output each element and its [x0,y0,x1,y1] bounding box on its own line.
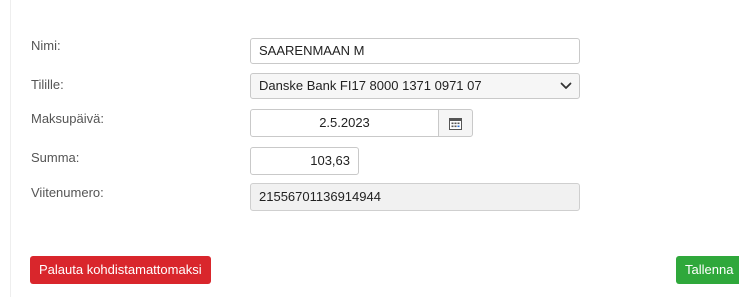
reference-label: Viitenumero: [31,185,104,200]
amount-label: Summa: [31,150,80,165]
name-input[interactable]: SAARENMAAN M [250,38,580,64]
payment-date-input[interactable]: 2.5.2023 [250,109,439,137]
chevron-down-icon [560,82,572,89]
save-button[interactable]: Tallenna [676,256,739,284]
name-label: Nimi: [31,38,61,53]
account-label: Tilille: [31,77,64,92]
reference-number-field: 21556701136914944 [250,183,580,211]
panel-left-border [10,0,11,297]
amount-input[interactable]: 103,63 [250,147,359,175]
date-picker-button[interactable] [438,109,473,137]
payment-date-label: Maksupäivä: [31,111,104,126]
calendar-icon [449,117,462,130]
revert-to-unallocated-button[interactable]: Palauta kohdistamattomaksi [30,256,211,284]
account-select-value: Danske Bank FI17 8000 1371 0971 07 [259,78,482,93]
account-select[interactable]: Danske Bank FI17 8000 1371 0971 07 [250,73,580,99]
